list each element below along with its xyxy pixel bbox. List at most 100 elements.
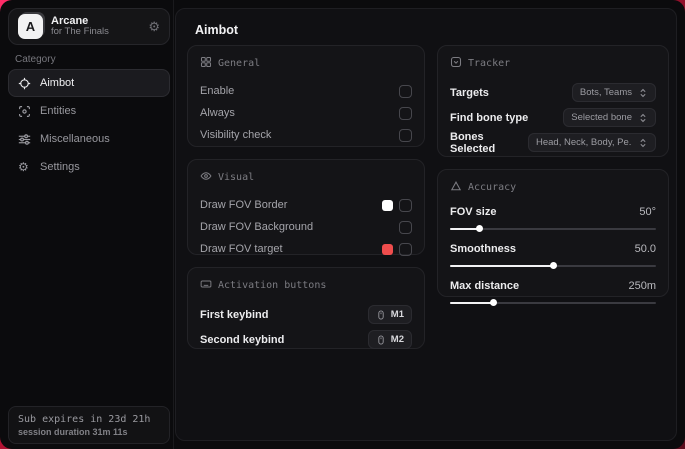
app-window: A Arcane for The Finals ⚙ Category Aimbo… (0, 0, 685, 449)
setting-label: Second keybind (200, 333, 285, 346)
visual-card-header: Visual (200, 170, 412, 185)
fov-target-color-swatch[interactable] (382, 243, 393, 255)
chevrons-up-down-icon (640, 88, 646, 97)
first-keybind-button[interactable]: M1 (367, 305, 412, 324)
activation-card-header: Activation buttons (200, 278, 412, 293)
sidebar-item-label: Entities (40, 105, 77, 117)
setting-row-first-keybind: First keybind M1 (200, 302, 412, 327)
sidebar: A Arcane for The Finals ⚙ Category Aimbo… (0, 0, 174, 449)
smoothness-group: Smoothness 50.0 (450, 241, 656, 269)
sidebar-item-label: Settings (40, 161, 80, 173)
grid-icon (200, 56, 212, 71)
app-logo: A (18, 14, 43, 39)
app-header-card: A Arcane for The Finals ⚙ (8, 8, 170, 45)
select-value: Head, Neck, Body, Pe.. (536, 137, 632, 148)
accuracy-card-header: Accuracy (450, 180, 656, 195)
setting-label: Bones Selected (450, 130, 496, 155)
sidebar-item-entities[interactable]: Entities (8, 97, 170, 125)
draw-fov-target-checkbox[interactable] (399, 242, 412, 256)
tracker-card: Tracker Targets Bots, Teams Find bone ty… (437, 45, 669, 157)
setting-row-find-bone-type: Find bone type Selected bone (450, 105, 656, 130)
slider-thumb[interactable] (490, 299, 498, 306)
app-subtitle: for The Finals (51, 26, 109, 38)
general-card: General Enable Always Visibility check (187, 45, 425, 147)
slider-thumb[interactable] (475, 225, 483, 232)
visibility-check-checkbox[interactable] (399, 128, 412, 142)
setting-row-enable: Enable (200, 80, 412, 102)
crosshair-icon (18, 77, 31, 90)
smoothness-slider[interactable] (450, 262, 656, 269)
sidebar-item-label: Aimbot (40, 77, 75, 89)
select-value: Bots, Teams (579, 87, 632, 98)
gear-icon: ⚙ (18, 159, 29, 174)
category-label: Category (15, 54, 56, 65)
slider-fill (450, 228, 479, 230)
fov-size-slider[interactable] (450, 225, 656, 232)
keybind-value: M2 (390, 334, 404, 345)
slider-thumb[interactable] (550, 262, 557, 269)
draw-fov-border-checkbox[interactable] (399, 198, 412, 212)
sidebar-nav: Aimbot Entities Miscellaneous ⚙ Settings (8, 69, 170, 181)
subscription-info-card: Sub expires in 23d 21h session duration … (8, 406, 170, 444)
card-header-label: Activation buttons (218, 280, 327, 291)
setting-row-targets: Targets Bots, Teams (450, 80, 656, 105)
mouse-icon (378, 310, 384, 319)
setting-row-draw-fov-target: Draw FOV target (200, 238, 412, 260)
select-value: Selected bone (571, 112, 632, 123)
setting-row-always: Always (200, 102, 412, 124)
tracker-card-header: Tracker (450, 56, 656, 71)
entities-icon (18, 105, 31, 118)
card-header-label: General (218, 58, 261, 69)
slider-fill (450, 302, 494, 304)
fov-border-color-swatch[interactable] (382, 199, 393, 211)
setting-label: Smoothness (450, 243, 517, 255)
fov-size-value: 50° (639, 206, 656, 218)
chevrons-up-down-icon (640, 113, 646, 122)
sidebar-item-miscellaneous[interactable]: Miscellaneous (8, 125, 170, 153)
sliders-icon (18, 133, 31, 146)
sidebar-item-settings[interactable]: ⚙ Settings (8, 153, 170, 181)
slider-fill (450, 265, 553, 267)
bones-selected-select[interactable]: Head, Neck, Body, Pe.. (528, 133, 656, 152)
setting-label: First keybind (200, 308, 269, 321)
keybind-value: M1 (390, 309, 404, 320)
setting-label: Draw FOV Background (200, 221, 314, 233)
activation-card: Activation buttons First keybind M1 Seco… (187, 267, 425, 349)
chevrons-up-down-icon (640, 138, 646, 147)
sub-expiry-text: Sub expires in 23d 21h (18, 413, 151, 425)
main-pane: Aimbot General Enable Always Visibility … (175, 8, 677, 441)
setting-label: Draw FOV target (200, 243, 283, 255)
second-keybind-button[interactable]: M2 (367, 330, 412, 349)
card-header-label: Accuracy (468, 182, 517, 193)
visual-card: Visual Draw FOV Border Draw FOV Backgrou… (187, 159, 425, 256)
accuracy-card: Accuracy FOV size 50° Smoothness 50.0 Ma… (437, 169, 669, 306)
page-title: Aimbot (195, 23, 239, 37)
enable-checkbox[interactable] (399, 84, 412, 98)
card-header-label: Visual (218, 172, 255, 183)
setting-row-second-keybind: Second keybind M2 (200, 327, 412, 352)
setting-label: Find bone type (450, 111, 529, 124)
mouse-icon (378, 335, 384, 344)
sidebar-item-aimbot[interactable]: Aimbot (8, 69, 170, 97)
draw-fov-background-checkbox[interactable] (399, 220, 412, 234)
card-header-label: Tracker (468, 58, 511, 69)
scan-target-icon (450, 56, 462, 71)
always-checkbox[interactable] (399, 106, 412, 120)
setting-label: Enable (200, 85, 235, 97)
setting-label: Visibility check (200, 129, 272, 141)
max-distance-slider[interactable] (450, 299, 656, 306)
setting-label: Draw FOV Border (200, 199, 288, 211)
setting-row-draw-fov-background: Draw FOV Background (200, 216, 412, 238)
targets-select[interactable]: Bots, Teams (571, 83, 656, 102)
setting-row-draw-fov-border: Draw FOV Border (200, 194, 412, 216)
find-bone-type-select[interactable]: Selected bone (563, 108, 656, 127)
eye-icon (200, 170, 212, 185)
setting-row-bones-selected: Bones Selected Head, Neck, Body, Pe.. (450, 130, 656, 155)
general-card-header: General (200, 56, 412, 71)
max-distance-group: Max distance 250m (450, 278, 656, 306)
setting-row-visibility-check: Visibility check (200, 124, 412, 146)
app-title-block: Arcane for The Finals (51, 15, 140, 39)
setting-label: Targets (450, 86, 489, 99)
settings-gear-icon[interactable]: ⚙ (148, 20, 160, 33)
triangle-icon (450, 180, 462, 195)
